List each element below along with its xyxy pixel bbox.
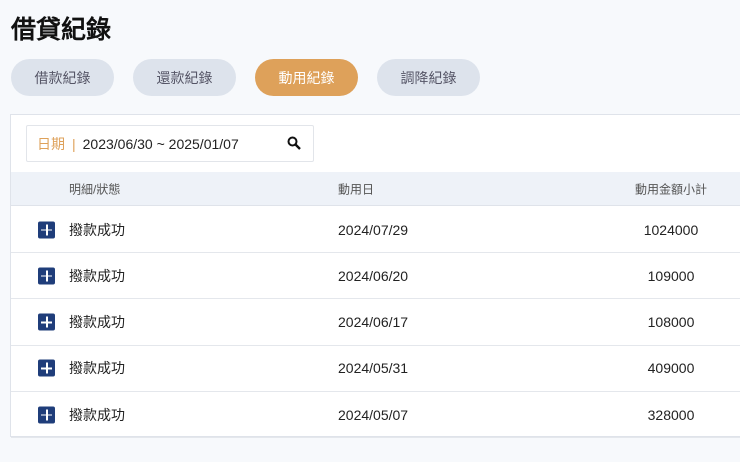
row-date: 2024/05/07 — [338, 406, 409, 423]
date-label: 日期 — [37, 135, 65, 152]
header-amount: 動用金額小計 — [634, 182, 707, 196]
header-status: 明細/狀態 — [69, 182, 121, 196]
table-row: 撥款成功 2024/07/29 1024000 — [11, 207, 740, 253]
row-amount: 108000 — [647, 314, 695, 331]
row-status: 撥款成功 — [69, 406, 125, 423]
expand-plus-icon[interactable] — [38, 406, 55, 424]
header-date: 動用日 — [338, 182, 375, 196]
tab-repayment-records[interactable]: 還款紀錄 — [133, 59, 236, 96]
row-date: 2024/07/29 — [338, 221, 409, 238]
search-icon[interactable] — [287, 136, 301, 153]
expand-plus-icon[interactable] — [38, 359, 55, 377]
records-panel: 日期 | 2023/06/30 ~ 2025/01/07 明細/狀態 動用日 動… — [10, 114, 740, 439]
page-title: 借貸紀錄 — [11, 16, 112, 44]
table-row: 撥款成功 2024/05/31 409000 — [11, 346, 740, 392]
row-status: 撥款成功 — [69, 267, 125, 284]
expand-plus-icon[interactable] — [38, 267, 55, 285]
row-amount: 409000 — [647, 360, 695, 377]
tab-reduction-records[interactable]: 調降紀錄 — [377, 59, 480, 96]
row-date: 2024/05/31 — [338, 360, 409, 377]
row-status: 撥款成功 — [69, 360, 125, 377]
date-range-value[interactable]: 2023/06/30 ~ 2025/01/07 — [83, 136, 239, 152]
row-status: 撥款成功 — [69, 314, 125, 331]
tab-loan-records[interactable]: 借款紀錄 — [11, 59, 114, 96]
table-row: 撥款成功 2024/06/17 108000 — [11, 300, 740, 346]
tab-drawdown-records[interactable]: 動用紀錄 — [255, 59, 358, 96]
date-range-search[interactable]: 日期 | 2023/06/30 ~ 2025/01/07 — [26, 125, 314, 162]
row-amount: 109000 — [647, 267, 695, 284]
row-status: 撥款成功 — [69, 221, 125, 238]
row-amount: 1024000 — [643, 221, 699, 238]
record-tabs: 借款紀錄 還款紀錄 動用紀錄 調降紀錄 — [11, 59, 480, 96]
table-header: 明細/狀態 動用日 動用金額小計 — [11, 172, 740, 206]
table-row: 撥款成功 2024/06/20 109000 — [11, 253, 740, 300]
separator: | — [72, 135, 76, 152]
expand-plus-icon[interactable] — [38, 221, 55, 238]
row-date: 2024/06/17 — [338, 314, 409, 331]
row-amount: 328000 — [647, 406, 695, 423]
row-date: 2024/06/20 — [338, 267, 409, 284]
table-row: 撥款成功 2024/05/07 328000 — [11, 392, 740, 439]
expand-plus-icon[interactable] — [38, 313, 55, 331]
